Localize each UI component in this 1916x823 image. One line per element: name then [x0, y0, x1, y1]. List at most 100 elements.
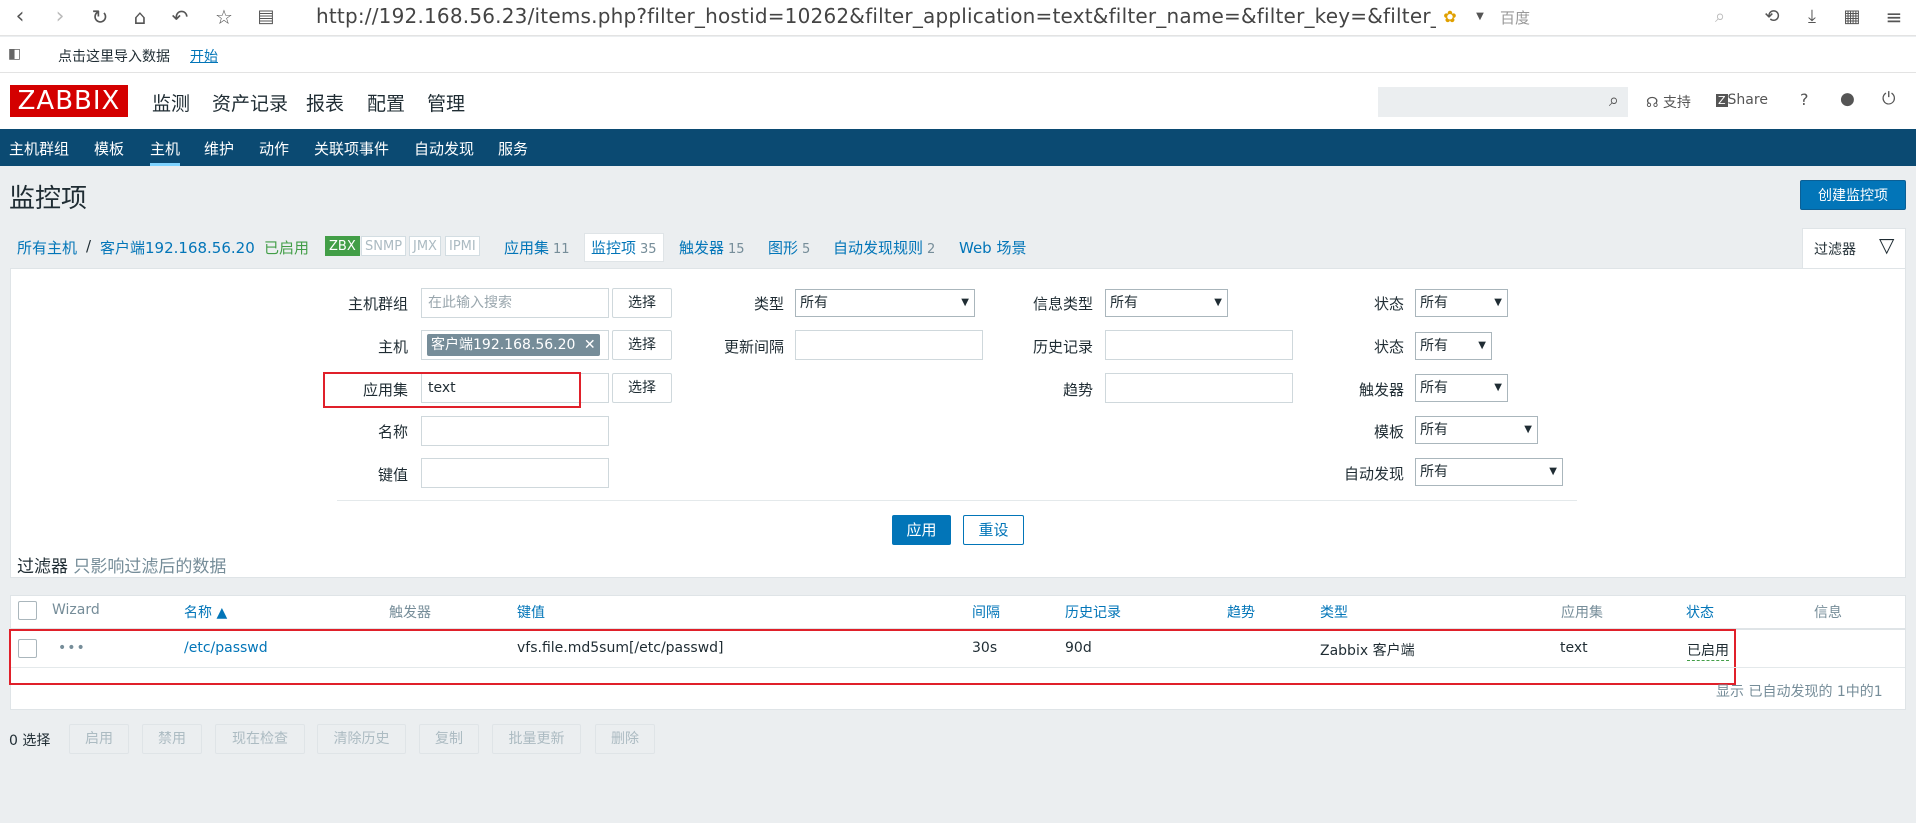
filter-trends-input[interactable]: [1105, 373, 1293, 403]
disable-button[interactable]: 禁用: [142, 724, 202, 754]
search-icon[interactable]: ⌕: [1706, 3, 1734, 31]
subnav-event-correlation[interactable]: 关联项事件: [314, 138, 389, 159]
reader-icon[interactable]: ▤: [252, 3, 280, 31]
header-status[interactable]: 状态: [1686, 602, 1714, 622]
filter-discovery-select[interactable]: 所有 ▼: [1415, 458, 1563, 486]
download-icon[interactable]: ⤓: [1798, 3, 1826, 31]
subnav-host-groups[interactable]: 主机群组: [9, 138, 69, 159]
filter-interval-input[interactable]: [795, 330, 983, 360]
create-item-button[interactable]: 创建监控项: [1800, 180, 1906, 210]
chevron-down-icon: ▼: [961, 297, 969, 308]
check-now-button[interactable]: 现在检查: [215, 724, 305, 754]
host-select-button[interactable]: 选择: [612, 330, 672, 360]
menu-icon[interactable]: ≡: [1880, 3, 1908, 31]
chevron-down-icon: ▼: [1214, 297, 1222, 308]
chevron-down-icon: ▼: [1549, 466, 1557, 477]
filter-state-select[interactable]: 所有 ▼: [1415, 289, 1508, 317]
back-icon[interactable]: ‹: [6, 3, 34, 31]
filter-label-host-group: 主机群组: [348, 295, 409, 313]
filter-type-select[interactable]: 所有 ▼: [795, 289, 975, 317]
reload-icon[interactable]: ↻: [86, 3, 114, 31]
topnav-administration[interactable]: 管理: [427, 89, 465, 116]
select-all-checkbox[interactable]: [18, 601, 37, 620]
address-bar[interactable]: http://192.168.56.23/items.php?filter_ho…: [316, 4, 1436, 28]
copy-button[interactable]: 复制: [419, 724, 479, 754]
filter-label-triggers: 触发器: [1358, 381, 1404, 399]
zabbix-logo[interactable]: ZABBIX: [10, 85, 128, 117]
filter-history-input[interactable]: [1105, 330, 1293, 360]
filter-info-type-select[interactable]: 所有 ▼: [1105, 289, 1228, 317]
filter-label-key: 键值: [377, 466, 408, 484]
filter-name-input[interactable]: [421, 416, 609, 446]
star-icon[interactable]: ☆: [210, 3, 238, 31]
share-link[interactable]: Z Share: [1716, 92, 1768, 108]
header-type[interactable]: 类型: [1320, 602, 1348, 622]
chevron-down-icon: ▼: [1478, 340, 1486, 351]
remove-icon[interactable]: ✕: [584, 337, 596, 353]
apps-icon[interactable]: ▦: [1838, 3, 1866, 31]
header-history[interactable]: 历史记录: [1065, 602, 1121, 622]
filter-triggers-select[interactable]: 所有 ▼: [1415, 374, 1508, 402]
topnav-configuration[interactable]: 配置: [367, 89, 405, 116]
host-status-enabled[interactable]: 已启用: [264, 237, 309, 258]
extension-icon[interactable]: ✿: [1436, 3, 1464, 31]
filter-template-select[interactable]: 所有 ▼: [1415, 416, 1538, 444]
breadcrumb-all-hosts[interactable]: 所有主机: [17, 237, 77, 258]
bookmark-import-text: 点击这里导入数据: [58, 49, 170, 65]
user-profile-icon[interactable]: ●: [1840, 89, 1855, 109]
filter-label-trends: 趋势: [1062, 381, 1093, 399]
header-key[interactable]: 键值: [517, 602, 545, 622]
breadcrumb-host[interactable]: 客户端192.168.56.20: [100, 237, 255, 258]
subnav-actions[interactable]: 动作: [259, 138, 289, 159]
tab-applications[interactable]: 应用集 11: [504, 237, 570, 258]
subnav-services[interactable]: 服务: [498, 138, 528, 159]
bookmark-start-link[interactable]: 开始: [190, 46, 218, 66]
help-link[interactable]: ?: [1800, 90, 1809, 109]
history-icon[interactable]: ⟲: [1758, 3, 1786, 31]
topnav-inventory[interactable]: 资产记录: [212, 89, 288, 116]
forward-icon[interactable]: ›: [46, 3, 74, 31]
topnav-reports[interactable]: 报表: [306, 89, 344, 116]
filter-tab[interactable]: 过滤器 ▽: [1802, 228, 1906, 268]
search-icon[interactable]: ⌕: [1609, 90, 1619, 111]
filter-label-host: 主机: [377, 338, 408, 356]
filter-label-status: 状态: [1373, 338, 1404, 356]
subnav-maintenance[interactable]: 维护: [204, 138, 234, 159]
header-interval[interactable]: 间隔: [972, 602, 1000, 622]
mass-update-button[interactable]: 批量更新: [492, 724, 581, 754]
tab-graphs[interactable]: 图形 5: [768, 237, 810, 258]
clear-history-button[interactable]: 清除历史: [317, 724, 406, 754]
dropdown-icon[interactable]: ▼: [1466, 3, 1494, 31]
annotation-box-row: [9, 629, 1736, 685]
filter-label-name: 名称: [377, 423, 408, 441]
apply-button[interactable]: 应用: [892, 515, 951, 545]
undo-icon[interactable]: ↶: [166, 3, 194, 31]
host-group-select-button[interactable]: 选择: [612, 288, 672, 318]
filter-host-group-input[interactable]: 在此输入搜索: [421, 288, 609, 318]
reset-button[interactable]: 重设: [963, 515, 1024, 545]
tab-discovery-rules[interactable]: 自动发现规则 2: [833, 237, 935, 258]
header-trends[interactable]: 趋势: [1227, 602, 1255, 622]
enable-button[interactable]: 启用: [69, 724, 129, 754]
tab-web-scenarios[interactable]: Web 场景: [959, 237, 1026, 258]
application-select-button[interactable]: 选择: [612, 373, 672, 403]
delete-button[interactable]: 删除: [595, 724, 655, 754]
logout-icon[interactable]: ⏻: [1882, 89, 1895, 109]
table-footer: 显示 已自动发现的 1中的1: [1716, 684, 1883, 700]
filter-divider: [337, 500, 1577, 501]
home-icon[interactable]: ⌂: [126, 3, 154, 31]
subnav-discovery[interactable]: 自动发现: [414, 138, 474, 159]
filter-key-input[interactable]: [421, 458, 609, 488]
browser-search-input[interactable]: 百度: [1500, 5, 1740, 31]
global-search-input[interactable]: ⌕: [1378, 87, 1628, 117]
support-link[interactable]: ☊ 支持: [1646, 92, 1691, 112]
header-name[interactable]: 名称 ▲: [184, 602, 227, 622]
filter-label-interval: 更新间隔: [723, 338, 784, 356]
topnav-monitoring[interactable]: 监测: [152, 89, 190, 116]
subnav-templates[interactable]: 模板: [94, 138, 124, 159]
filter-status-select[interactable]: 所有 ▼: [1415, 332, 1492, 360]
sidebar-toggle-icon[interactable]: ◧: [8, 46, 21, 62]
subnav-hosts[interactable]: 主机: [150, 138, 181, 166]
tab-triggers[interactable]: 触发器 15: [679, 237, 745, 258]
tab-items[interactable]: 监控项 35: [584, 233, 664, 262]
